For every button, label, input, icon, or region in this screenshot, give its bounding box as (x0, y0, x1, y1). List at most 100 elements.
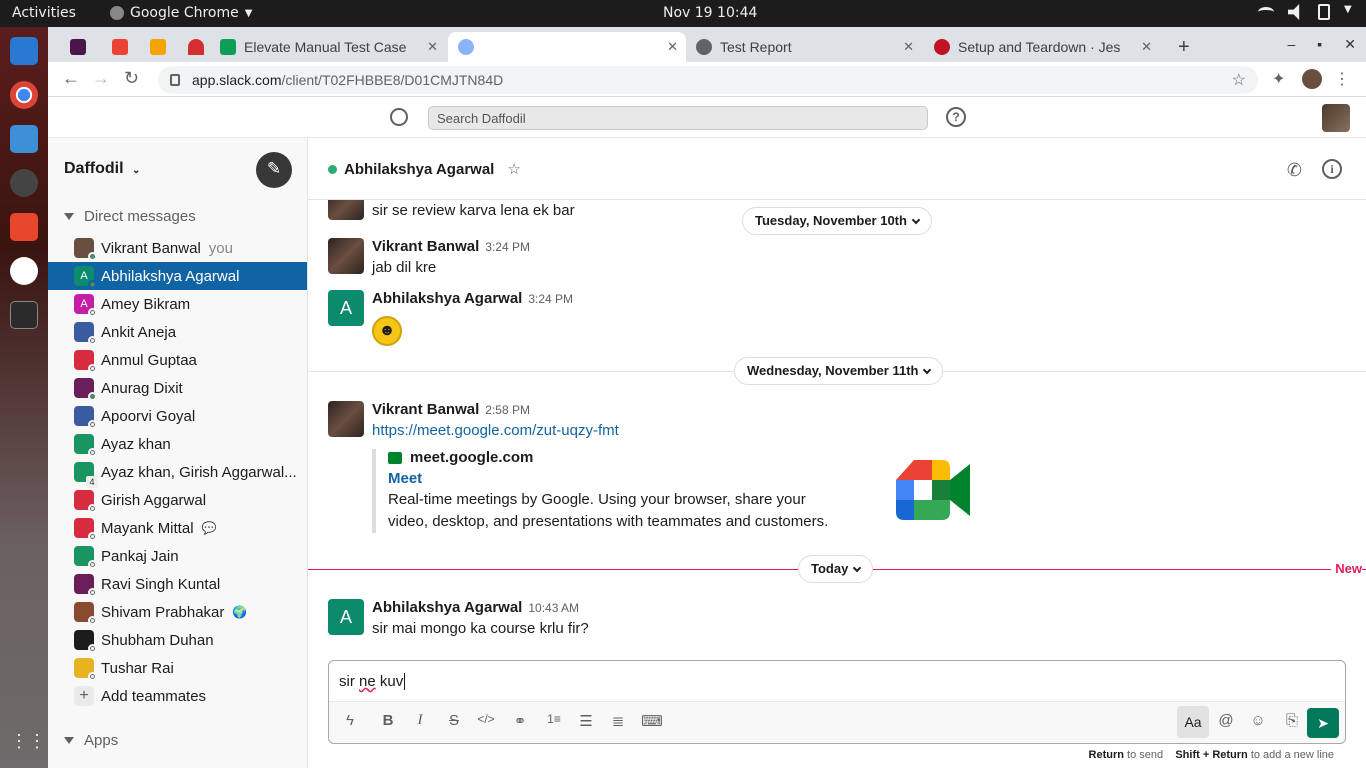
bold-icon[interactable]: B (377, 712, 399, 729)
code-icon[interactable]: </> (475, 712, 497, 726)
help-icon[interactable]: ? (946, 107, 966, 127)
code-block-icon[interactable]: ⌨ (641, 712, 663, 730)
sidebar-dm-item[interactable]: Pankaj Jain (48, 542, 307, 570)
profile-avatar[interactable] (1302, 69, 1322, 89)
show-apps-icon[interactable]: ⋮⋮⋮ (10, 731, 64, 759)
workspace-menu[interactable]: Daffodil ⌄ (64, 160, 140, 178)
sidebar-dm-item[interactable]: Shivam Prabhakar 🌍 (48, 598, 307, 626)
vscode-icon[interactable] (10, 37, 38, 65)
sidebar-dm-item[interactable]: Apoorvi Goyal (48, 402, 307, 430)
google-meet-logo-icon[interactable] (896, 460, 970, 520)
shortcuts-icon[interactable]: ϟ (339, 712, 361, 729)
chrome-menu-icon[interactable]: ⋮ (1334, 69, 1350, 89)
avatar[interactable]: A (328, 290, 364, 326)
back-icon[interactable]: ← (62, 68, 80, 89)
avatar[interactable] (328, 238, 364, 274)
sidebar-dm-item[interactable]: Ayaz khan (48, 430, 307, 458)
mention-icon[interactable]: @ (1215, 712, 1237, 729)
strikethrough-icon[interactable]: S (443, 712, 465, 729)
date-divider-pill[interactable]: Tuesday, November 10th (742, 207, 932, 235)
window-close-icon[interactable]: ✕ (1344, 36, 1356, 53)
sidebar-dm-item[interactable]: Tushar Rai (48, 654, 307, 682)
chrome-dock-icon[interactable] (10, 81, 38, 109)
forward-icon[interactable]: → (92, 68, 110, 89)
sidebar-dm-item[interactable]: Girish Aggarwal (48, 486, 307, 514)
tab-slack-active[interactable]: ✕ (448, 32, 686, 62)
sidebar-dm-item[interactable]: Anmul Guptaa (48, 346, 307, 374)
new-tab-button[interactable]: + (1168, 32, 1200, 62)
star-icon[interactable]: ☆ (507, 160, 520, 178)
message-author[interactable]: Abhilakshya Agarwal (372, 290, 522, 307)
message-time[interactable]: 3:24 PM (528, 292, 573, 306)
maximize-icon[interactable]: ▪ (1317, 36, 1322, 53)
system-tray[interactable]: ▼ (1258, 4, 1354, 20)
message-time[interactable]: 2:58 PM (485, 403, 530, 417)
message-time[interactable]: 10:43 AM (528, 601, 579, 615)
address-bar[interactable]: app.slack.com/client/T02FHBBE8/D01CMJTN8… (158, 66, 1258, 94)
postman-icon[interactable] (10, 213, 38, 241)
direct-messages-header[interactable]: Direct messages (64, 208, 196, 225)
sidebar-dm-item[interactable]: A Amey Bikram (48, 290, 307, 318)
phone-icon[interactable]: ✆ (1287, 160, 1302, 181)
avatar[interactable] (328, 401, 364, 437)
settings-icon[interactable] (10, 169, 38, 197)
close-icon[interactable]: ✕ (1141, 39, 1152, 55)
history-icon[interactable] (390, 108, 408, 126)
files-icon[interactable] (10, 125, 38, 153)
sidebar-dm-item[interactable]: Ankit Aneja (48, 318, 307, 346)
sidebar-dm-item[interactable]: A Abhilakshya Agarwal (48, 262, 307, 290)
tab-pinned-gmail[interactable] (102, 32, 138, 62)
blockquote-icon[interactable]: ≣ (607, 712, 629, 730)
message-time[interactable]: 3:24 PM (485, 240, 530, 254)
compose-icon[interactable]: ✎ (256, 152, 292, 188)
sidebar-dm-item[interactable]: 4 Ayaz khan, Girish Aggarwal... (48, 458, 307, 488)
message-author[interactable]: Vikrant Banwal (372, 401, 479, 418)
clock[interactable]: Nov 19 10:44 (663, 5, 757, 21)
close-icon[interactable]: ✕ (427, 39, 438, 55)
tab-pinned-app[interactable] (140, 32, 176, 62)
link-icon[interactable]: ⚭ (509, 712, 531, 730)
message-author[interactable]: Abhilakshya Agarwal (372, 599, 522, 616)
ordered-list-icon[interactable]: 1≡ (543, 712, 565, 726)
preview-title[interactable]: Meet (388, 470, 932, 487)
sidebar-dm-item[interactable]: Shubham Duhan (48, 626, 307, 654)
sidebar-dm-item[interactable]: Mayank Mittal 💬 (48, 514, 307, 542)
sidebar-dm-item[interactable]: Anurag Dixit (48, 374, 307, 402)
tab-pinned-umbrella[interactable] (178, 32, 214, 62)
bookmark-star-icon[interactable]: ☆ (1232, 70, 1246, 90)
tab-elevate[interactable]: Elevate Manual Test Case ✕ (210, 32, 446, 62)
sidebar-dm-item[interactable]: Ravi Singh Kuntal (48, 570, 307, 598)
close-icon[interactable]: ✕ (667, 39, 678, 55)
remote-icon[interactable] (10, 257, 38, 285)
bulleted-list-icon[interactable]: ☰ (575, 712, 597, 730)
search-input[interactable]: Search Daffodil (428, 106, 928, 130)
date-divider-pill[interactable]: Wednesday, November 11th (734, 357, 944, 385)
channel-title[interactable]: Abhilakshya Agarwal ☆ (328, 160, 521, 178)
avatar[interactable]: A (328, 599, 364, 635)
extensions-icon[interactable]: ✦ (1272, 69, 1285, 89)
message-input[interactable]: sir ne kuv (339, 673, 406, 690)
message-link[interactable]: https://meet.google.com/zut-uqzy-fmt (372, 422, 619, 439)
sidebar-dm-item[interactable]: Vikrant Banwal you (48, 234, 307, 262)
attachment-icon[interactable]: ⎘ (1281, 712, 1303, 729)
terminal-icon[interactable] (10, 301, 38, 329)
message-author[interactable]: Vikrant Banwal (372, 238, 479, 255)
formatting-toggle-button[interactable]: Aa (1177, 706, 1209, 738)
reload-icon[interactable]: ↻ (124, 68, 139, 89)
tab-jest[interactable]: Setup and Teardown · Jes ✕ (924, 32, 1160, 62)
date-divider-pill[interactable]: Today (798, 555, 874, 583)
activities-button[interactable]: Activities (12, 5, 76, 21)
add-teammates-button[interactable]: + Add teammates (48, 682, 307, 710)
info-icon[interactable]: i (1322, 159, 1342, 179)
avatar[interactable] (328, 200, 364, 220)
apps-header[interactable]: Apps (64, 732, 118, 749)
app-menu[interactable]: Google Chrome ▼ (110, 5, 252, 21)
tab-pinned-slack[interactable] (60, 32, 96, 62)
italic-icon[interactable]: I (409, 712, 431, 729)
minimize-icon[interactable]: – (1288, 36, 1296, 53)
tab-test-report[interactable]: Test Report ✕ (686, 32, 922, 62)
emoji-icon[interactable]: ☺ (1247, 712, 1269, 729)
close-icon[interactable]: ✕ (903, 39, 914, 55)
user-avatar[interactable] (1322, 104, 1350, 132)
send-button[interactable]: ➤ (1307, 708, 1339, 738)
